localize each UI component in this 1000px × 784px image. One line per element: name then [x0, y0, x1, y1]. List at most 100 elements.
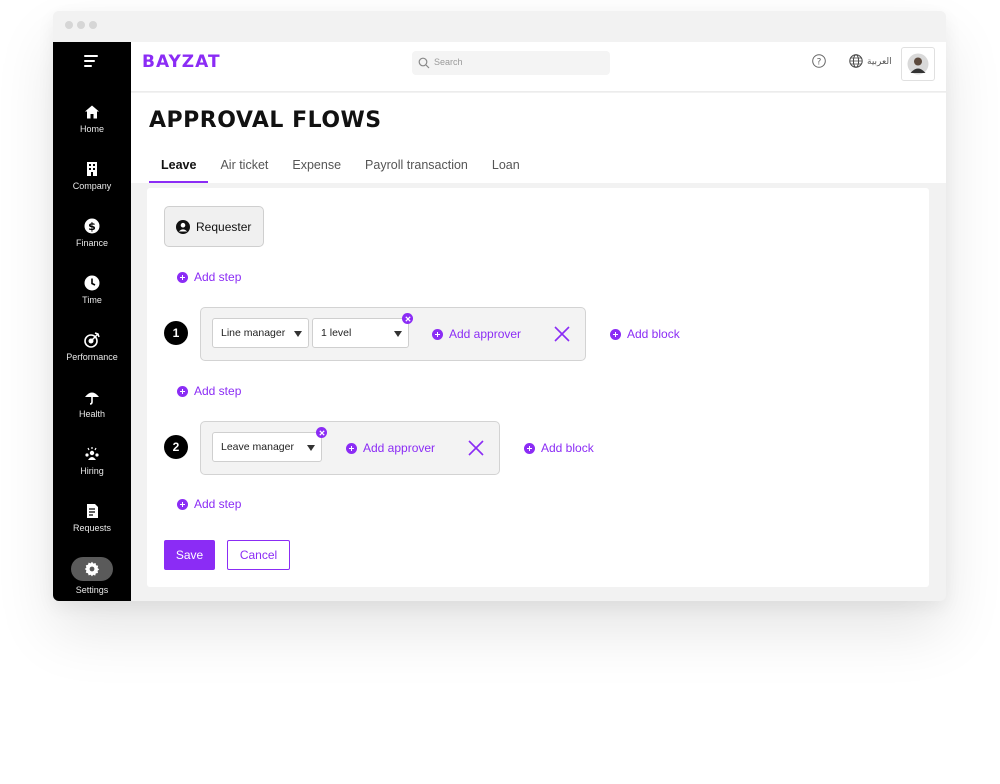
- search-placeholder: Search: [434, 57, 463, 67]
- sidebar-item-home[interactable]: Home: [53, 104, 131, 154]
- svg-text:$: $: [88, 220, 96, 233]
- close-icon: [404, 315, 411, 322]
- sidebar-item-time[interactable]: Time: [53, 275, 131, 325]
- tab-payroll-transaction[interactable]: Payroll transaction: [353, 148, 480, 183]
- sidebar-item-requests[interactable]: Requests: [53, 503, 131, 553]
- approver-role-select[interactable]: Line manager: [212, 318, 309, 348]
- step-number-badge: 1: [164, 321, 188, 345]
- remove-approver-button[interactable]: [316, 427, 327, 438]
- sidebar-item-label: Hiring: [80, 466, 104, 476]
- tab-loan[interactable]: Loan: [480, 148, 532, 183]
- help-icon: ?: [812, 54, 826, 68]
- approver-role-select[interactable]: Leave manager: [212, 432, 322, 462]
- sidebar-item-settings[interactable]: Settings: [53, 557, 131, 601]
- user-photo-icon: [907, 53, 929, 75]
- delete-block-button[interactable]: [467, 439, 485, 457]
- plus-circle-icon: [346, 442, 357, 454]
- cancel-button[interactable]: Cancel: [227, 540, 290, 570]
- add-step-label: Add step: [194, 384, 242, 398]
- add-approver-label: Add approver: [449, 327, 522, 341]
- window-titlebar: [53, 11, 946, 42]
- add-approver-button[interactable]: Add approver: [346, 441, 435, 455]
- target-icon: [84, 332, 100, 348]
- globe-icon: [849, 54, 863, 68]
- sidebar-item-label: Home: [79, 124, 104, 134]
- svg-text:?: ?: [817, 57, 822, 67]
- settings-active-pill: [71, 557, 113, 581]
- add-step-label: Add step: [194, 497, 242, 511]
- sidebar-item-hiring[interactable]: Hiring: [53, 446, 131, 496]
- approval-block: Line manager 1 level Add approver: [200, 307, 586, 361]
- tab-leave[interactable]: Leave: [149, 148, 209, 183]
- plus-circle-icon: [177, 271, 188, 283]
- menu-icon[interactable]: [84, 54, 100, 68]
- person-icon: [176, 219, 190, 234]
- sidebar-item-company[interactable]: Company: [53, 161, 131, 211]
- plus-circle-icon: [610, 328, 621, 340]
- document-icon: [87, 504, 98, 518]
- window-dot: [89, 21, 97, 29]
- tab-expense[interactable]: Expense: [280, 148, 353, 183]
- dollar-icon: $: [84, 218, 100, 234]
- avatar[interactable]: [901, 47, 935, 81]
- dropdown-caret-icon: [294, 331, 302, 337]
- requester-label: Requester: [196, 219, 252, 234]
- sidebar-item-label: Health: [78, 409, 105, 419]
- bayzat-logo[interactable]: BAYZAT: [142, 52, 221, 72]
- delete-block-button[interactable]: [553, 325, 571, 343]
- dropdown-caret-icon: [394, 331, 402, 337]
- sidebar-item-performance[interactable]: Performance: [53, 332, 131, 382]
- add-step-button[interactable]: Add step: [177, 270, 241, 284]
- home-icon: [85, 105, 99, 119]
- save-button[interactable]: Save: [164, 540, 215, 570]
- add-block-button[interactable]: Add block: [524, 441, 594, 455]
- add-block-label: Add block: [627, 327, 680, 341]
- sidebar-item-label: Time: [82, 295, 102, 305]
- sidebar-item-label: Performance: [66, 352, 118, 362]
- plus-circle-icon: [177, 498, 188, 510]
- sidebar-item-health[interactable]: Health: [53, 389, 131, 439]
- top-bar: BAYZAT Search ? العربية: [131, 42, 946, 92]
- requester-chip[interactable]: Requester: [164, 206, 264, 247]
- remove-approver-button[interactable]: [402, 313, 413, 324]
- approver-role-value: Line manager: [221, 327, 286, 339]
- add-approver-button[interactable]: Add approver: [432, 327, 521, 341]
- approval-level-select[interactable]: 1 level: [312, 318, 409, 348]
- window-dot: [65, 21, 73, 29]
- close-icon: [318, 429, 325, 436]
- approval-level-value: 1 level: [321, 327, 352, 339]
- close-icon: [554, 326, 570, 342]
- add-step-button[interactable]: Add step: [177, 384, 241, 398]
- close-icon: [468, 440, 484, 456]
- sidebar-item-label: Company: [72, 181, 112, 191]
- help-button[interactable]: ?: [812, 54, 826, 73]
- step-number-badge: 2: [164, 435, 188, 459]
- app-window: Home Company $ Finance Time Performance …: [53, 11, 946, 601]
- add-step-button[interactable]: Add step: [177, 497, 241, 511]
- add-block-button[interactable]: Add block: [610, 327, 680, 341]
- add-step-label: Add step: [194, 270, 242, 284]
- search-input[interactable]: Search: [412, 51, 610, 75]
- language-switcher[interactable]: العربية: [849, 54, 892, 68]
- people-icon: [85, 447, 99, 460]
- sidebar-item-label: Requests: [72, 523, 112, 533]
- sidebar-item-finance[interactable]: $ Finance: [53, 218, 131, 268]
- umbrella-icon: [85, 392, 99, 405]
- dropdown-caret-icon: [307, 445, 315, 451]
- add-block-label: Add block: [541, 441, 594, 455]
- page-title: APPROVAL FLOWS: [149, 108, 382, 133]
- approval-block: Leave manager Add approver: [200, 421, 500, 475]
- add-approver-label: Add approver: [363, 441, 436, 455]
- approval-type-tabs: Leave Air ticket Expense Payroll transac…: [149, 148, 532, 183]
- search-icon: [418, 57, 430, 69]
- gear-icon: [84, 561, 100, 577]
- window-dot: [77, 21, 85, 29]
- approver-role-value: Leave manager: [221, 441, 294, 453]
- plus-circle-icon: [177, 385, 188, 397]
- sidebar: Home Company $ Finance Time Performance …: [53, 42, 131, 601]
- clock-icon: [84, 275, 100, 291]
- approval-flow-card: Requester Add step 1 Line manager 1 leve…: [147, 188, 929, 587]
- tab-air-ticket[interactable]: Air ticket: [208, 148, 280, 183]
- page-header: APPROVAL FLOWS Leave Air ticket Expense …: [131, 93, 946, 183]
- sidebar-item-label: Settings: [75, 585, 109, 595]
